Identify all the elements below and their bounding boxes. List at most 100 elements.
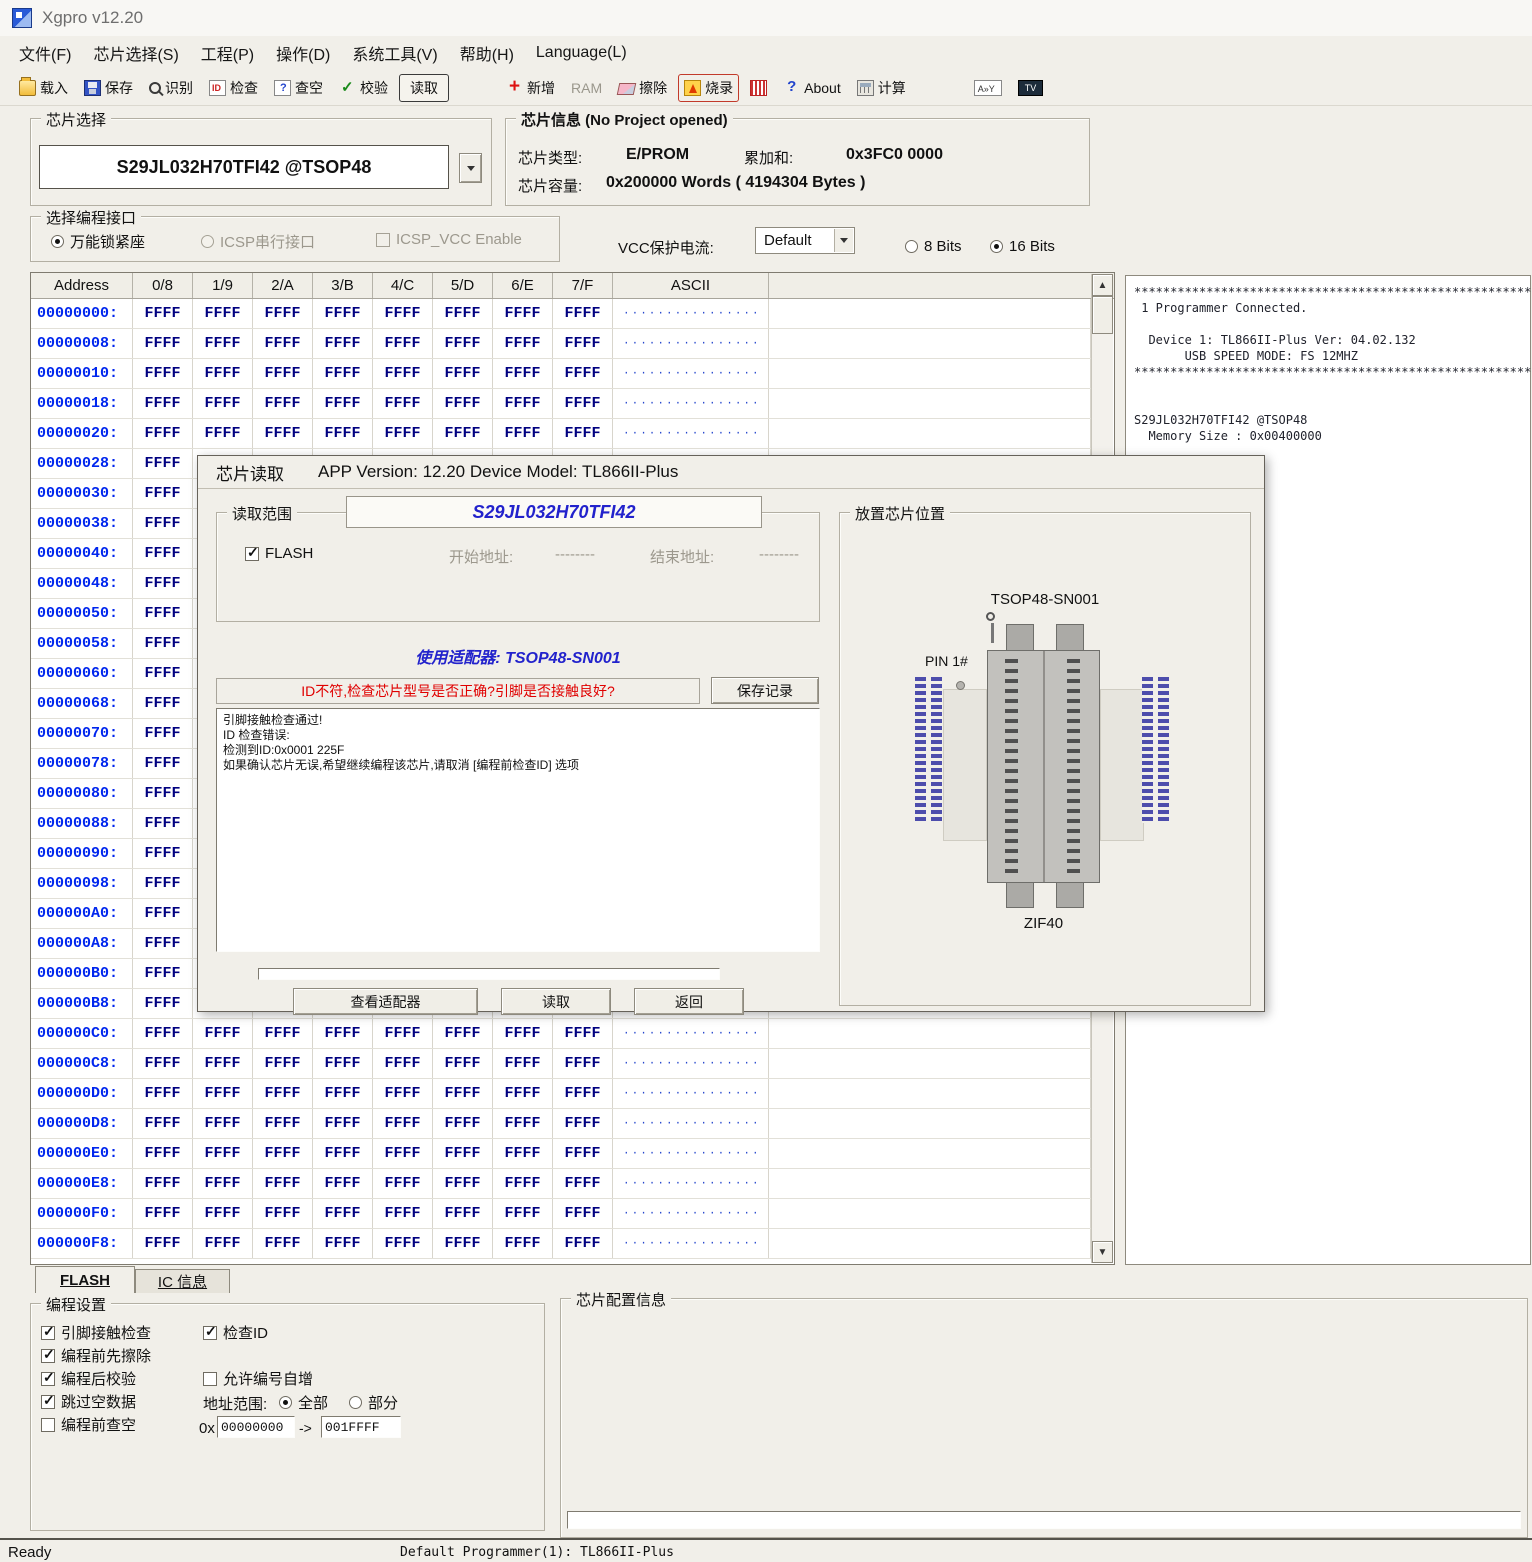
blank-check-button[interactable]: 查空	[269, 75, 328, 101]
hex-value-cell[interactable]: FFFF	[493, 1049, 553, 1078]
radio-universal-socket[interactable]: 万能锁紧座	[51, 231, 145, 252]
comb-button[interactable]	[745, 77, 772, 99]
hex-value-cell[interactable]: FFFF	[193, 1109, 253, 1138]
hex-value-cell[interactable]: FFFF	[553, 1109, 613, 1138]
hex-value-cell[interactable]: FFFF	[493, 1169, 553, 1198]
hex-value-cell[interactable]: FFFF	[433, 389, 493, 418]
hex-value-cell[interactable]: FFFF	[193, 359, 253, 388]
hex-value-cell[interactable]: FFFF	[133, 809, 193, 838]
checkbox-pin-contact-check[interactable]: 引脚接触检查	[41, 1322, 151, 1343]
hex-value-cell[interactable]: FFFF	[313, 359, 373, 388]
menu-operation[interactable]: 操作(D)	[265, 37, 341, 69]
hex-value-cell[interactable]: FFFF	[253, 419, 313, 448]
hex-value-cell[interactable]: FFFF	[313, 1139, 373, 1168]
scroll-down-button[interactable]	[1092, 1241, 1113, 1263]
chip-select-dropdown-button[interactable]	[459, 153, 482, 183]
hex-value-cell[interactable]: FFFF	[133, 779, 193, 808]
ram-button[interactable]: RAM	[566, 77, 607, 99]
hex-value-cell[interactable]: FFFF	[553, 1229, 613, 1258]
hex-value-cell[interactable]: FFFF	[493, 419, 553, 448]
hex-value-cell[interactable]: FFFF	[373, 299, 433, 328]
radio-range-all[interactable]: 全部	[279, 1392, 328, 1413]
hex-value-cell[interactable]: FFFF	[133, 419, 193, 448]
hex-value-cell[interactable]: FFFF	[253, 359, 313, 388]
hex-value-cell[interactable]: FFFF	[433, 299, 493, 328]
hex-value-cell[interactable]: FFFF	[313, 1079, 373, 1108]
chip-select-combo[interactable]: S29JL032H70TFI42 @TSOP48	[39, 145, 449, 189]
hex-value-cell[interactable]: FFFF	[553, 1169, 613, 1198]
hex-value-cell[interactable]: FFFF	[433, 1049, 493, 1078]
read-button[interactable]: 读取	[501, 988, 611, 1015]
hex-value-cell[interactable]: FFFF	[373, 359, 433, 388]
hex-value-cell[interactable]: FFFF	[373, 1139, 433, 1168]
dialog-message-box[interactable]: 引脚接触检查通过! ID 检查错误: 检测到ID:0x0001 225F 如果确…	[216, 708, 820, 952]
menu-help[interactable]: 帮助(H)	[449, 37, 525, 69]
hex-value-cell[interactable]: FFFF	[553, 1049, 613, 1078]
hex-value-cell[interactable]: FFFF	[313, 1199, 373, 1228]
hex-value-cell[interactable]: FFFF	[553, 419, 613, 448]
hex-value-cell[interactable]: FFFF	[493, 1199, 553, 1228]
hex-value-cell[interactable]: FFFF	[433, 1169, 493, 1198]
burn-button[interactable]: 烧录	[678, 74, 739, 102]
menu-chip-select[interactable]: 芯片选择(S)	[82, 37, 189, 69]
hex-value-cell[interactable]: FFFF	[133, 599, 193, 628]
hex-value-cell[interactable]: FFFF	[133, 1049, 193, 1078]
hex-value-cell[interactable]: FFFF	[493, 299, 553, 328]
hex-value-cell[interactable]: FFFF	[253, 1079, 313, 1108]
hex-value-cell[interactable]: FFFF	[313, 1229, 373, 1258]
hex-value-cell[interactable]: FFFF	[133, 1139, 193, 1168]
hex-value-cell[interactable]: FFFF	[133, 659, 193, 688]
hex-value-cell[interactable]: FFFF	[133, 1199, 193, 1228]
add-button[interactable]: 新增	[501, 75, 560, 101]
hex-value-cell[interactable]: FFFF	[553, 389, 613, 418]
calc-button[interactable]: 计算	[852, 75, 911, 101]
hex-value-cell[interactable]: FFFF	[253, 1199, 313, 1228]
radio-range-part[interactable]: 部分	[349, 1392, 398, 1413]
range-end-input[interactable]	[321, 1416, 401, 1438]
range-start-input[interactable]	[217, 1416, 295, 1438]
hex-value-cell[interactable]: FFFF	[253, 1109, 313, 1138]
tv-button[interactable]	[1013, 77, 1048, 99]
hex-value-cell[interactable]: FFFF	[193, 1229, 253, 1258]
auto-detect-button[interactable]: 识别	[144, 75, 198, 101]
hex-value-cell[interactable]: FFFF	[133, 509, 193, 538]
hex-value-cell[interactable]: FFFF	[253, 299, 313, 328]
hex-value-cell[interactable]: FFFF	[133, 839, 193, 868]
hex-value-cell[interactable]: FFFF	[313, 1019, 373, 1048]
menu-file[interactable]: 文件(F)	[8, 37, 82, 69]
back-button[interactable]: 返回	[634, 988, 744, 1015]
hex-value-cell[interactable]: FFFF	[133, 1109, 193, 1138]
save-record-button[interactable]: 保存记录	[711, 677, 819, 704]
hex-value-cell[interactable]: FFFF	[373, 1109, 433, 1138]
hex-value-cell[interactable]: FFFF	[133, 1169, 193, 1198]
hex-value-cell[interactable]: FFFF	[553, 1139, 613, 1168]
check-id-button[interactable]: 检查	[204, 75, 263, 101]
hex-value-cell[interactable]: FFFF	[193, 1169, 253, 1198]
hex-value-cell[interactable]: FFFF	[133, 479, 193, 508]
hex-value-cell[interactable]: FFFF	[193, 329, 253, 358]
hex-value-cell[interactable]: FFFF	[433, 1109, 493, 1138]
hex-value-cell[interactable]: FFFF	[433, 1139, 493, 1168]
hex-value-cell[interactable]: FFFF	[133, 1229, 193, 1258]
hex-value-cell[interactable]: FFFF	[373, 1169, 433, 1198]
hex-value-cell[interactable]: FFFF	[313, 329, 373, 358]
hex-value-cell[interactable]: FFFF	[193, 419, 253, 448]
radio-icsp-serial[interactable]: ICSP串行接口	[201, 231, 315, 252]
hex-value-cell[interactable]: FFFF	[373, 1049, 433, 1078]
hex-value-cell[interactable]: FFFF	[493, 1139, 553, 1168]
hex-value-cell[interactable]: FFFF	[193, 1079, 253, 1108]
hex-value-cell[interactable]: FFFF	[553, 299, 613, 328]
hex-value-cell[interactable]: FFFF	[553, 359, 613, 388]
hex-value-cell[interactable]: FFFF	[553, 1199, 613, 1228]
scroll-up-button[interactable]	[1092, 274, 1113, 296]
erase-button[interactable]: 擦除	[613, 75, 672, 101]
hex-value-cell[interactable]: FFFF	[193, 389, 253, 418]
hex-value-cell[interactable]: FFFF	[373, 329, 433, 358]
menu-language[interactable]: Language(L)	[525, 40, 638, 66]
about-button[interactable]: About	[778, 77, 846, 99]
hex-value-cell[interactable]: FFFF	[373, 419, 433, 448]
hex-value-cell[interactable]: FFFF	[133, 569, 193, 598]
hex-value-cell[interactable]: FFFF	[253, 1169, 313, 1198]
hex-value-cell[interactable]: FFFF	[133, 329, 193, 358]
hex-value-cell[interactable]: FFFF	[133, 1079, 193, 1108]
